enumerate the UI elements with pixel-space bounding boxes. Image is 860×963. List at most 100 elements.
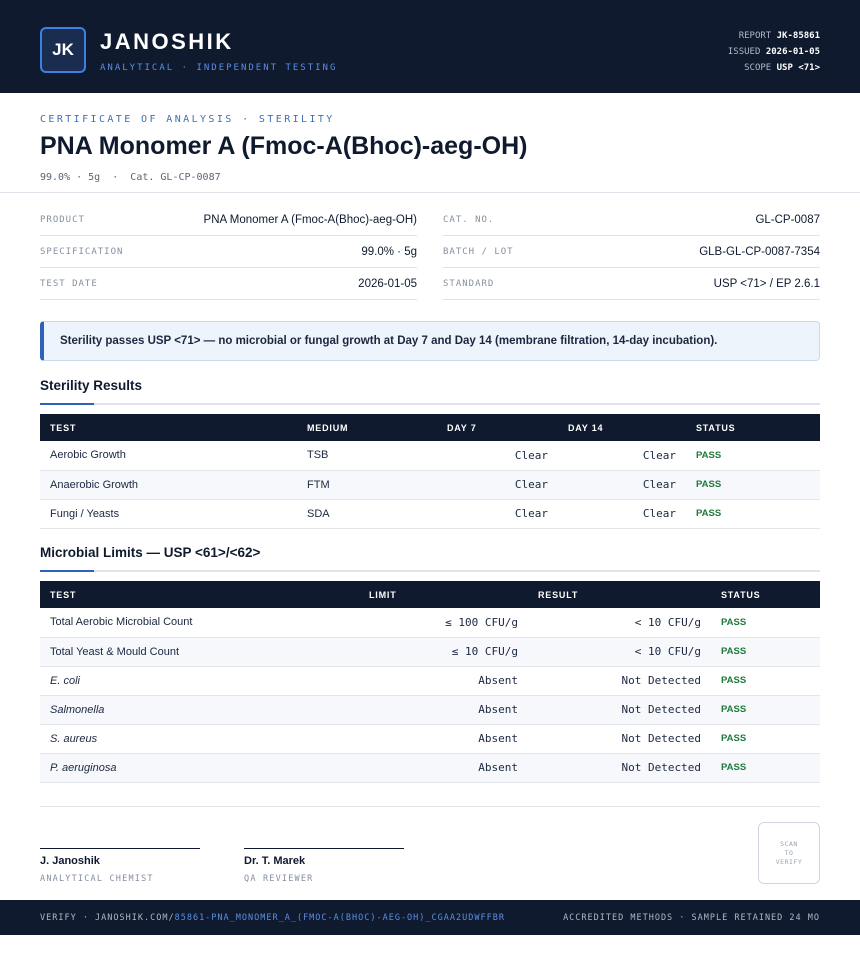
meta-value: USP <71>	[776, 63, 820, 73]
table-row: Aerobic Growth TSB Clear Clear PASS	[40, 441, 820, 471]
day14-cell: Clear	[558, 470, 686, 500]
day7-cell: Clear	[437, 470, 558, 500]
info-row-specification: SPECIFICATION 99.0% · 5g	[40, 236, 417, 268]
meta-issued: ISSUED 2026-01-05	[728, 44, 820, 60]
test-cell: Total Aerobic Microbial Count	[40, 608, 359, 638]
result-cell: Not Detected	[528, 695, 711, 725]
info-right-column: CAT. NO. GL-CP-0087 BATCH / LOT GLB-GL-C…	[443, 204, 820, 300]
test-cell: Total Yeast & Mould Count	[40, 637, 359, 667]
column-header: DAY 14	[558, 414, 686, 441]
info-row-batch-lot: BATCH / LOT GLB-GL-CP-0087-7354	[443, 236, 820, 268]
status-badge: PASS	[686, 441, 820, 471]
table-row: Anaerobic Growth FTM Clear Clear PASS	[40, 470, 820, 500]
table-row: P. aeruginosa Absent Not Detected PASS	[40, 753, 820, 783]
meta-value: 2026-01-05	[765, 47, 820, 57]
logo: JK	[40, 27, 86, 73]
meta-value: JK-85861	[776, 31, 820, 41]
table-row: Total Yeast & Mould Count ≤ 10 CFU/g < 1…	[40, 637, 820, 667]
test-cell: Fungi / Yeasts	[40, 499, 297, 529]
qr-text: SCAN	[780, 839, 798, 848]
test-cell: Anaerobic Growth	[40, 470, 297, 500]
limit-cell: ≤ 10 CFU/g	[359, 637, 528, 667]
signature-block: Dr. T. Marek QA REVIEWER	[244, 848, 404, 884]
test-cell: Salmonella	[40, 695, 359, 725]
info-row-product: PRODUCT PNA Monomer A (Fmoc-A(Bhoc)-aeg-…	[40, 204, 417, 236]
column-header: STATUS	[686, 414, 820, 441]
status-badge: PASS	[686, 470, 820, 500]
meta-label: SCOPE	[744, 63, 772, 73]
day14-cell: Clear	[558, 441, 686, 471]
info-value: USP <71> / EP 2.6.1	[713, 277, 820, 290]
day7-cell: Clear	[437, 441, 558, 471]
test-cell: P. aeruginosa	[40, 753, 359, 783]
limit-cell: Absent	[359, 724, 528, 754]
status-badge: PASS	[711, 724, 820, 754]
column-header: MEDIUM	[297, 414, 437, 441]
document-eyebrow: CERTIFICATE OF ANALYSIS · STERILITY	[40, 114, 335, 125]
day14-cell: Clear	[558, 499, 686, 529]
column-header: TEST	[40, 414, 297, 441]
info-value: GLB-GL-CP-0087-7354	[699, 245, 820, 258]
verify-prefix: VERIFY · JANOSHIK.COM/	[40, 913, 175, 923]
test-cell: Aerobic Growth	[40, 441, 297, 471]
page-title: PNA Monomer A (Fmoc-A(Bhoc)-aeg-OH)	[40, 132, 528, 160]
result-cell: Not Detected	[528, 753, 711, 783]
info-value: GL-CP-0087	[755, 213, 820, 226]
info-left-column: PRODUCT PNA Monomer A (Fmoc-A(Bhoc)-aeg-…	[40, 204, 417, 300]
report-meta: REPORT JK-85861 ISSUED 2026-01-05 SCOPE …	[728, 28, 820, 76]
status-badge: PASS	[711, 637, 820, 667]
header-bar: JK JANOSHIK ANALYTICAL · INDEPENDENT TES…	[0, 0, 860, 93]
verify-text: VERIFY · JANOSHIK.COM/85861-PNA_MONOMER_…	[40, 913, 505, 923]
info-row-cat-no: CAT. NO. GL-CP-0087	[443, 204, 820, 236]
meta-label: REPORT	[738, 31, 772, 41]
info-label: SPECIFICATION	[40, 246, 124, 257]
status-badge: PASS	[711, 608, 820, 638]
sterility-table: TEST MEDIUM DAY 7 DAY 14 STATUS Aerobic …	[40, 414, 820, 529]
info-value: 2026-01-05	[358, 277, 417, 290]
footer-note: ACCREDITED METHODS · SAMPLE RETAINED 24 …	[563, 913, 820, 923]
table-header-row: TEST MEDIUM DAY 7 DAY 14 STATUS	[40, 414, 820, 441]
page-subtitle: 99.0% · 5g · Cat. GL-CP-0087	[40, 172, 221, 183]
status-badge: PASS	[711, 666, 820, 696]
medium-cell: SDA	[297, 499, 437, 529]
column-header: RESULT	[528, 581, 711, 608]
info-row-standard: STANDARD USP <71> / EP 2.6.1	[443, 268, 820, 300]
verify-qr-code[interactable]: SCAN TO VERIFY	[758, 822, 820, 884]
status-badge: PASS	[686, 499, 820, 529]
footer-bar: VERIFY · JANOSHIK.COM/85861-PNA_MONOMER_…	[0, 900, 860, 935]
info-label: STANDARD	[443, 278, 495, 289]
info-label: CAT. NO.	[443, 214, 495, 225]
result-cell: < 10 CFU/g	[528, 637, 711, 667]
brand-name: JANOSHIK	[100, 29, 234, 54]
limit-cell: Absent	[359, 753, 528, 783]
section-underline	[40, 570, 820, 572]
test-cell: E. coli	[40, 666, 359, 696]
qr-text: TO	[784, 848, 794, 857]
limit-cell: ≤ 100 CFU/g	[359, 608, 528, 638]
signature-block: J. Janoshik ANALYTICAL CHEMIST	[40, 848, 200, 884]
result-cell: Not Detected	[528, 666, 711, 696]
info-value: PNA Monomer A (Fmoc-A(Bhoc)-aeg-OH)	[203, 213, 417, 226]
info-label: PRODUCT	[40, 214, 85, 225]
info-label: TEST DATE	[40, 278, 98, 289]
medium-cell: TSB	[297, 441, 437, 471]
signatory-role: ANALYTICAL CHEMIST	[40, 874, 154, 884]
limit-cell: Absent	[359, 695, 528, 725]
meta-report: REPORT JK-85861	[728, 28, 820, 44]
result-cell: < 10 CFU/g	[528, 608, 711, 638]
verify-link[interactable]: 85861-PNA_MONOMER_A_(FMOC-A(BHOC)-AEG-OH…	[175, 913, 505, 923]
status-badge: PASS	[711, 695, 820, 725]
section-underline	[40, 403, 820, 405]
summary-notice: Sterility passes USP <71> — no microbial…	[40, 321, 820, 361]
column-header: STATUS	[711, 581, 820, 608]
limit-cell: Absent	[359, 666, 528, 696]
qr-text: VERIFY	[775, 857, 803, 866]
table-row: S. aureus Absent Not Detected PASS	[40, 724, 820, 754]
sterility-section-title: Sterility Results	[40, 378, 143, 393]
signatory-name: J. Janoshik	[40, 855, 100, 867]
signatory-name: Dr. T. Marek	[244, 855, 306, 867]
microbial-limits-table: TEST LIMIT RESULT STATUS Total Aerobic M…	[40, 581, 820, 783]
info-value: 99.0% · 5g	[361, 245, 417, 258]
table-row: Total Aerobic Microbial Count ≤ 100 CFU/…	[40, 608, 820, 638]
meta-scope: SCOPE USP <71>	[728, 60, 820, 76]
